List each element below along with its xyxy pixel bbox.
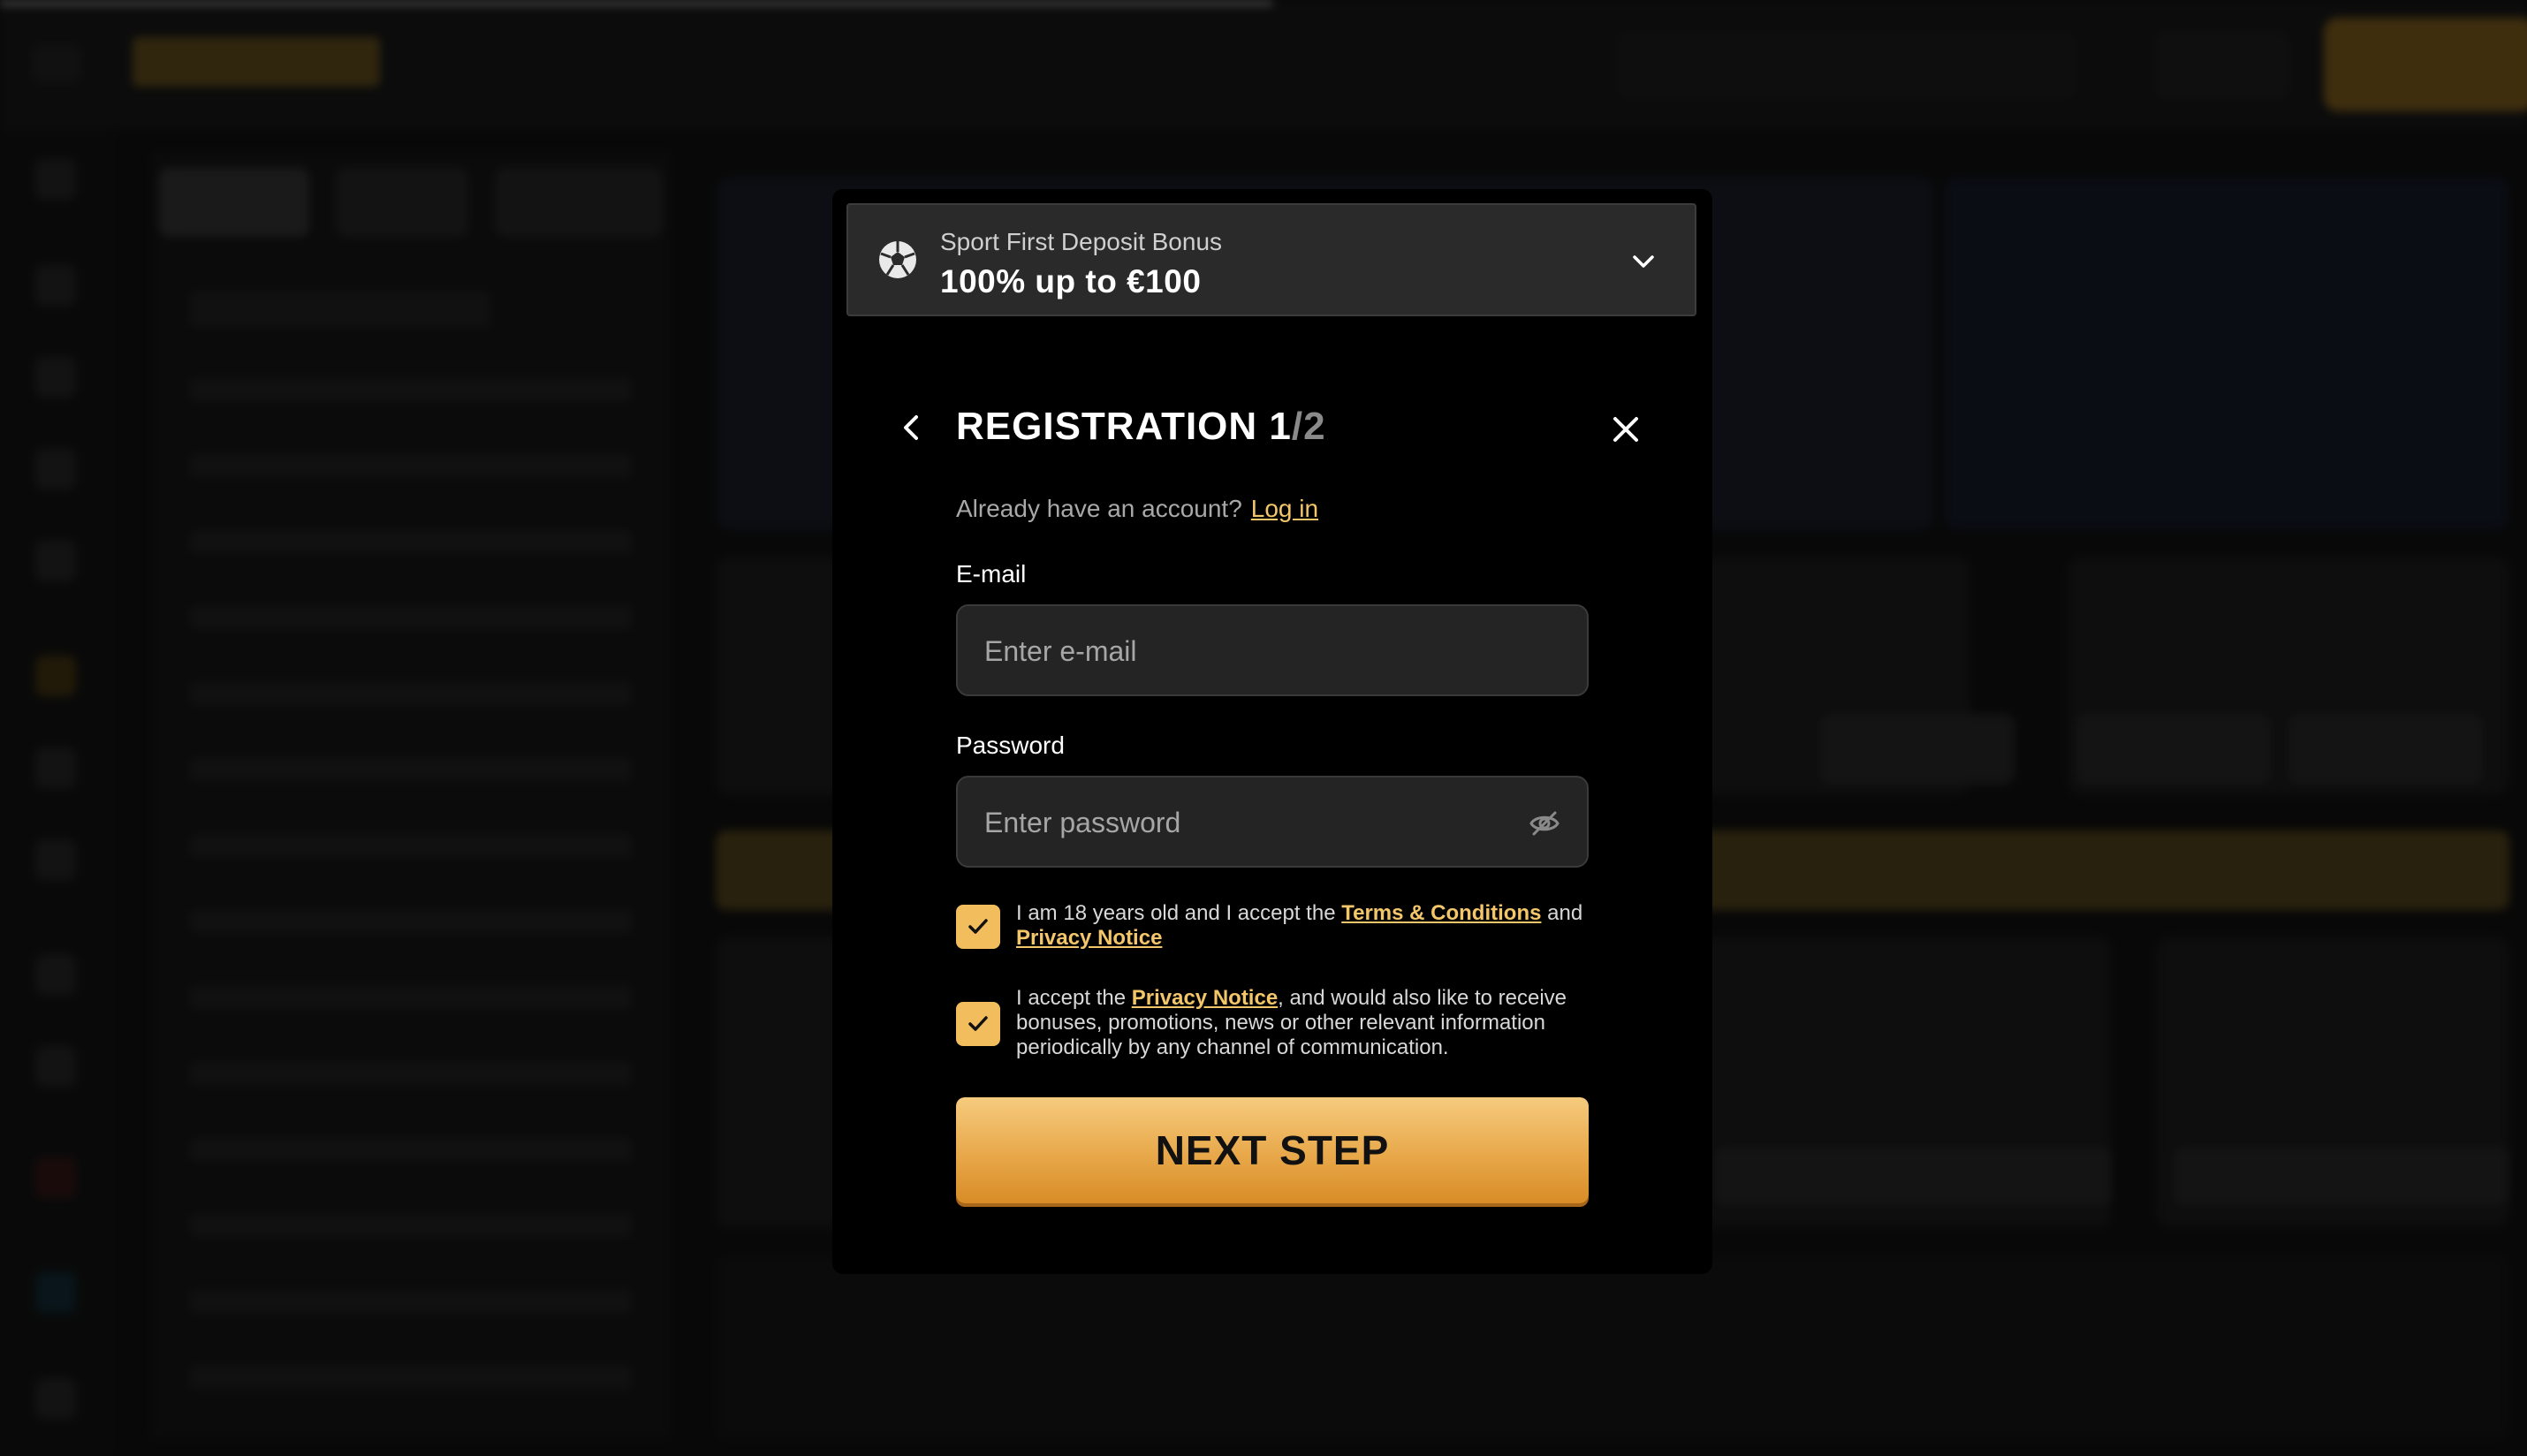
registration-modal: Sport First Deposit Bonus 100% up to €10… — [832, 189, 1712, 1274]
privacy-notice-link[interactable]: Privacy Notice — [1132, 986, 1278, 1010]
back-arrow-icon[interactable] — [896, 412, 928, 444]
check-icon — [968, 919, 988, 934]
already-account-label: Already have an account? — [956, 495, 1242, 522]
close-icon[interactable] — [1610, 413, 1642, 445]
email-input[interactable] — [983, 606, 1516, 696]
email-field-container — [956, 604, 1589, 696]
terms-conditions-link[interactable]: Terms & Conditions — [1341, 901, 1541, 925]
age-terms-checkbox[interactable] — [956, 905, 1000, 949]
modal-title: REGISTRATION 1/2 — [956, 405, 1326, 449]
already-account-text: Already have an account? Log in — [956, 495, 1318, 523]
title-main: REGISTRATION 1 — [956, 405, 1292, 448]
marketing-consent-checkbox[interactable] — [956, 1002, 1000, 1046]
email-label: E-mail — [956, 560, 1027, 588]
privacy-notice-link[interactable]: Privacy Notice — [1016, 926, 1162, 950]
check-icon — [968, 1016, 988, 1031]
age-terms-consent-text: I am 18 years old and I accept the Terms… — [1016, 901, 1599, 951]
password-label: Password — [956, 732, 1065, 759]
login-link[interactable]: Log in — [1251, 495, 1318, 522]
password-input[interactable] — [983, 777, 1516, 868]
next-step-button[interactable]: NEXT STEP — [956, 1097, 1589, 1203]
marketing-consent-text: I accept the Privacy Notice, and would a… — [1016, 986, 1599, 1060]
consent-age-text: I am 18 years old and I accept the — [1016, 901, 1342, 925]
bonus-selector[interactable]: Sport First Deposit Bonus 100% up to €10… — [846, 203, 1696, 316]
soccer-ball-icon — [879, 241, 916, 278]
chevron-down-icon[interactable] — [1628, 246, 1659, 277]
consent-marketing-prefix: I accept the — [1016, 986, 1132, 1010]
password-field-container — [956, 776, 1589, 868]
consent-and-text: and — [1541, 901, 1583, 925]
bonus-offer: 100% up to €100 — [940, 263, 1202, 300]
eye-off-icon[interactable] — [1529, 808, 1560, 839]
title-step-total: /2 — [1291, 405, 1326, 448]
bonus-subtitle: Sport First Deposit Bonus — [940, 228, 1223, 255]
